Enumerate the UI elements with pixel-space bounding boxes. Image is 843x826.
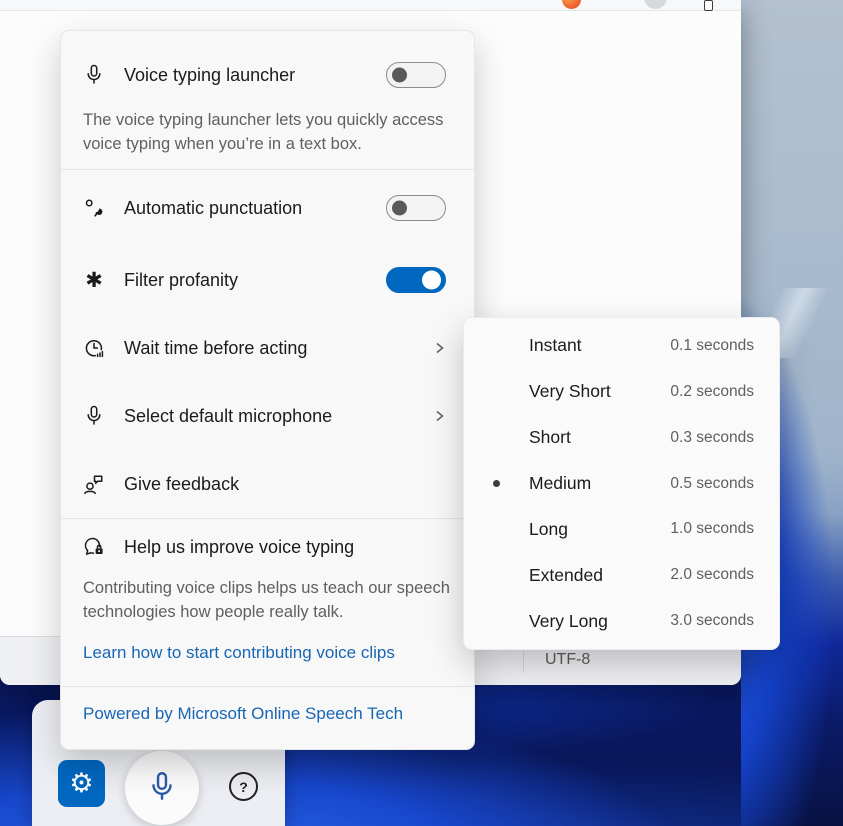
- option-label: Long: [529, 519, 568, 540]
- option-value: 0.1 seconds: [670, 337, 754, 355]
- toggle-knob: [422, 271, 441, 290]
- voice-typing-launcher-label: Voice typing launcher: [124, 65, 295, 86]
- filter-profanity-toggle[interactable]: [386, 267, 446, 293]
- question-mark-icon: ?: [239, 779, 248, 795]
- microphone-icon: [81, 404, 107, 428]
- wait-option-long[interactable]: Long 1.0 seconds: [464, 506, 779, 552]
- option-label: Very Long: [529, 611, 608, 632]
- wait-time-submenu: Instant 0.1 seconds Very Short 0.2 secon…: [463, 317, 780, 650]
- gear-icon: ⚙: [69, 770, 93, 797]
- wait-option-short[interactable]: Short 0.3 seconds: [464, 415, 779, 461]
- browser-extension-icon[interactable]: [562, 0, 581, 9]
- wait-time-label: Wait time before acting: [124, 338, 307, 359]
- wait-option-very-short[interactable]: Very Short 0.2 seconds: [464, 369, 779, 415]
- encoding-status: UTF-8: [545, 651, 590, 669]
- help-improve-label: Help us improve voice typing: [124, 537, 354, 558]
- speech-bubble-lock-icon: [81, 535, 107, 559]
- wait-option-medium[interactable]: Medium 0.5 seconds: [464, 461, 779, 507]
- feedback-icon: [81, 472, 107, 496]
- option-value: 3.0 seconds: [670, 612, 754, 630]
- screen: UTF-8 ⚙ ?: [0, 0, 843, 826]
- section-divider: [61, 518, 474, 519]
- browser-toolbar-sliver: [0, 0, 741, 11]
- option-label: Very Short: [529, 381, 611, 402]
- microphone-icon: [81, 63, 107, 87]
- help-button[interactable]: ?: [229, 772, 258, 801]
- wait-option-very-long[interactable]: Very Long 3.0 seconds: [464, 598, 779, 644]
- selected-dot: [484, 434, 509, 441]
- profile-avatar[interactable]: [644, 0, 667, 9]
- option-label: Short: [529, 427, 571, 448]
- selected-dot: [484, 480, 509, 487]
- settings-button[interactable]: ⚙: [58, 760, 105, 807]
- option-label: Extended: [529, 565, 603, 586]
- chevron-right-icon: [433, 341, 446, 355]
- voice-typing-launcher-toggle[interactable]: [386, 62, 446, 88]
- wait-time-row[interactable]: Wait time before acting: [61, 314, 474, 382]
- option-value: 0.5 seconds: [670, 475, 754, 493]
- automatic-punctuation-row[interactable]: Automatic punctuation: [61, 174, 474, 242]
- powered-by-link[interactable]: Powered by Microsoft Online Speech Tech: [83, 704, 403, 724]
- give-feedback-row[interactable]: Give feedback: [61, 450, 474, 518]
- automatic-punctuation-toggle[interactable]: [386, 195, 446, 221]
- status-bar-separator: [523, 651, 524, 673]
- section-divider: [61, 686, 474, 687]
- wait-option-extended[interactable]: Extended 2.0 seconds: [464, 552, 779, 598]
- microphone-button[interactable]: [125, 751, 199, 825]
- option-value: 1.0 seconds: [670, 520, 754, 538]
- voice-typing-launcher-row[interactable]: Voice typing launcher: [61, 45, 474, 105]
- microphone-icon: [145, 769, 179, 808]
- selected-dot: [484, 618, 509, 625]
- device-icon[interactable]: [704, 0, 713, 11]
- asterisk-icon: ✱: [81, 270, 107, 291]
- selected-dot: [484, 342, 509, 349]
- help-improve-description: Contributing voice clips helps us teach …: [83, 576, 461, 624]
- toggle-knob: [392, 201, 407, 216]
- filter-profanity-label: Filter profanity: [124, 270, 238, 291]
- automatic-punctuation-label: Automatic punctuation: [124, 198, 302, 219]
- voice-typing-settings-flyout: Voice typing launcher The voice typing l…: [60, 30, 475, 750]
- option-label: Medium: [529, 473, 591, 494]
- select-microphone-row[interactable]: Select default microphone: [61, 382, 474, 450]
- toggle-knob: [392, 68, 407, 83]
- filter-profanity-row[interactable]: ✱ Filter profanity: [61, 246, 474, 314]
- wait-option-instant[interactable]: Instant 0.1 seconds: [464, 323, 779, 369]
- selected-dot: [484, 526, 509, 533]
- selected-dot: [484, 388, 509, 395]
- select-microphone-label: Select default microphone: [124, 406, 332, 427]
- punctuation-icon: [81, 196, 107, 220]
- option-value: 0.3 seconds: [670, 429, 754, 447]
- give-feedback-label: Give feedback: [124, 474, 239, 495]
- help-improve-row[interactable]: Help us improve voice typing: [61, 523, 474, 571]
- option-value: 0.2 seconds: [670, 383, 754, 401]
- clock-wait-icon: [81, 336, 107, 360]
- chevron-right-icon: [433, 409, 446, 423]
- option-label: Instant: [529, 335, 582, 356]
- launcher-description: The voice typing launcher lets you quick…: [83, 108, 461, 156]
- section-divider: [61, 169, 474, 170]
- learn-contributing-link[interactable]: Learn how to start contributing voice cl…: [83, 643, 395, 663]
- option-value: 2.0 seconds: [670, 566, 754, 584]
- selected-dot: [484, 572, 509, 579]
